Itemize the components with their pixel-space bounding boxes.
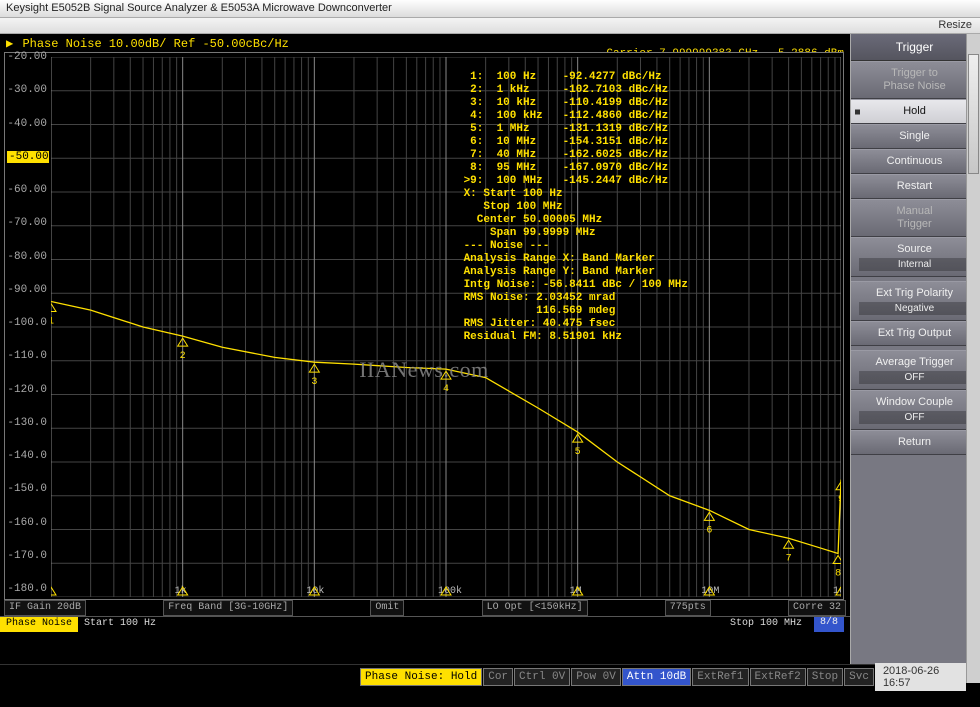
svg-text:3: 3 xyxy=(311,377,317,388)
sidebar-btn-7[interactable]: Ext Trig Polarity Negative xyxy=(851,281,978,321)
plot-area[interactable]: -20.00 -30.00 -40.00 -50.00 -60.00 -70.00 -80.… xyxy=(4,52,844,600)
status-row: Phase Noise Start 100 Hz Stop 100 MHz 8/… xyxy=(0,616,850,632)
sidebar-btn-sub: Negative xyxy=(859,302,970,315)
sidebar-btn-sub: Internal xyxy=(859,258,970,271)
sidebar-btn-label: Hold xyxy=(903,105,926,117)
pts-cell: 775pts xyxy=(665,600,711,616)
window-title: Keysight E5052B Signal Source Analyzer &… xyxy=(6,2,392,14)
footer-svc[interactable]: Svc xyxy=(844,668,874,686)
marker-readout: 1: 100 Hz -92.4277 dBc/Hz 2: 1 kHz -102.… xyxy=(464,71,688,344)
svg-text:8: 8 xyxy=(835,568,841,579)
footer-attn[interactable]: Attn 10dB xyxy=(622,668,691,686)
status-phase-noise[interactable]: Phase Noise xyxy=(0,617,78,632)
status-start: Start 100 Hz xyxy=(78,617,724,632)
sidebar: Trigger Trigger toPhase Noise Hold Single C… xyxy=(850,34,978,664)
sidebar-btn-10[interactable]: Window Couple OFF xyxy=(851,390,978,430)
app-window: Keysight E5052B Signal Source Analyzer &… xyxy=(0,0,980,707)
footer-phase-noise[interactable]: Phase Noise: Hold xyxy=(360,668,482,686)
sidebar-btn-label: Source xyxy=(897,243,932,255)
sidebar-btn-label: Return xyxy=(898,436,931,448)
menubar: Resize xyxy=(0,18,980,34)
corre-cell: Corre 32 xyxy=(788,600,846,616)
scrollbar[interactable] xyxy=(966,34,980,683)
status-stop: Stop 100 MHz xyxy=(724,617,808,632)
sidebar-btn-9[interactable]: Average Trigger OFF xyxy=(851,350,978,390)
y-tick-label: -110.0 xyxy=(5,350,47,362)
y-tick-label: -100.0 xyxy=(5,317,47,329)
sidebar-btn-11[interactable]: Return xyxy=(851,430,978,455)
y-tick-label: -20.00 xyxy=(5,51,47,63)
dot-icon xyxy=(855,109,860,114)
footer-cor[interactable]: Cor xyxy=(483,668,513,686)
sidebar-btn-label: Continuous xyxy=(887,155,943,167)
footer-extref2[interactable]: ExtRef2 xyxy=(750,668,806,686)
sidebar-btn-3[interactable]: Continuous xyxy=(851,149,978,174)
main-area: ▶ Phase Noise 10.00dB/ Ref -50.00cBc/Hz … xyxy=(0,34,980,664)
plot-header: ▶ Phase Noise 10.00dB/ Ref -50.00cBc/Hz … xyxy=(0,34,850,52)
footer-ctrl[interactable]: Ctrl 0V xyxy=(514,668,570,686)
y-tick-label: -170.0 xyxy=(5,550,47,562)
y-tick-label: -180.0 xyxy=(5,583,47,595)
y-tick-label: -120.0 xyxy=(5,384,47,396)
info-row: IF Gain 20dB Freq Band [3G-10GHz] Omit L… xyxy=(0,600,850,616)
sidebar-btn-0: Trigger toPhase Noise xyxy=(851,61,978,99)
footer-bar: Phase Noise: Hold Cor Ctrl 0V Pow 0V Att… xyxy=(0,664,980,689)
resize-menu[interactable]: Resize xyxy=(938,19,972,31)
y-tick-label: -40.00 xyxy=(5,118,47,130)
freqband-cell: Freq Band [3G-10GHz] xyxy=(163,600,293,616)
y-tick-label: -70.00 xyxy=(5,217,47,229)
y-tick-label: -90.00 xyxy=(5,284,47,296)
sidebar-btn-label: ManualTrigger xyxy=(896,205,932,230)
sidebar-btn-5: ManualTrigger xyxy=(851,199,978,237)
y-tick-label: -130.0 xyxy=(5,417,47,429)
sidebar-btn-label: Window Couple xyxy=(876,396,953,408)
footer-date: 2018-06-26 16:57 xyxy=(875,663,966,691)
sidebar-btn-label: Average Trigger xyxy=(875,356,953,368)
status-badge: 8/8 xyxy=(814,617,844,632)
sidebar-btn-4[interactable]: Restart xyxy=(851,174,978,199)
svg-text:7: 7 xyxy=(786,553,792,564)
footer-stop[interactable]: Stop xyxy=(807,668,843,686)
sidebar-btn-label: Restart xyxy=(897,180,932,192)
svg-text:4: 4 xyxy=(443,384,449,395)
scrollbar-thumb[interactable] xyxy=(968,54,979,174)
y-tick-label: -60.00 xyxy=(5,184,47,196)
svg-text:5: 5 xyxy=(575,447,581,458)
y-tick-label: -80.00 xyxy=(5,251,47,263)
sidebar-btn-label: Single xyxy=(899,130,930,142)
svg-text:6: 6 xyxy=(706,525,712,536)
sidebar-btn-1[interactable]: Hold xyxy=(851,99,978,124)
footer-pow[interactable]: Pow 0V xyxy=(571,668,621,686)
svg-text:2: 2 xyxy=(180,351,186,362)
sidebar-btn-label: Ext Trig Output xyxy=(878,327,951,339)
sidebar-btn-label: Ext Trig Polarity xyxy=(876,287,953,299)
sidebar-btn-sub: OFF xyxy=(859,411,970,424)
plot-svg: 1k10k100k1M10M100M123456789 xyxy=(51,57,841,597)
sidebar-btn-2[interactable]: Single xyxy=(851,124,978,149)
ifgain-cell: IF Gain 20dB xyxy=(4,600,86,616)
arrow-icon: ▶ xyxy=(6,37,13,51)
sidebar-title: Trigger xyxy=(851,34,978,61)
sidebar-btn-6[interactable]: SourceInternal▶ xyxy=(851,237,978,277)
svg-text:9: 9 xyxy=(838,495,841,506)
svg-text:1: 1 xyxy=(51,316,54,327)
y-tick-label: -150.0 xyxy=(5,483,47,495)
loopt-cell: LO Opt [<150kHz] xyxy=(482,600,588,616)
sidebar-btn-8[interactable]: Ext Trig Output▶ xyxy=(851,321,978,346)
mode-label: Phase Noise 10.00dB/ Ref -50.00cBc/Hz xyxy=(22,37,288,51)
y-axis-labels: -20.00 -30.00 -40.00 -50.00 -60.00 -70.00 -80.… xyxy=(5,53,49,593)
sidebar-btn-label: Trigger toPhase Noise xyxy=(883,67,945,92)
plot-panel: ▶ Phase Noise 10.00dB/ Ref -50.00cBc/Hz … xyxy=(0,34,850,664)
y-tick-label: -30.00 xyxy=(5,84,47,96)
y-tick-label: -160.0 xyxy=(5,517,47,529)
y-tick-label: -140.0 xyxy=(5,450,47,462)
footer-extref1[interactable]: ExtRef1 xyxy=(692,668,748,686)
titlebar[interactable]: Keysight E5052B Signal Source Analyzer &… xyxy=(0,0,980,18)
y-tick-label: -50.00 xyxy=(7,151,49,163)
omit-cell: Omit xyxy=(370,600,404,616)
sidebar-btn-sub: OFF xyxy=(859,371,970,384)
